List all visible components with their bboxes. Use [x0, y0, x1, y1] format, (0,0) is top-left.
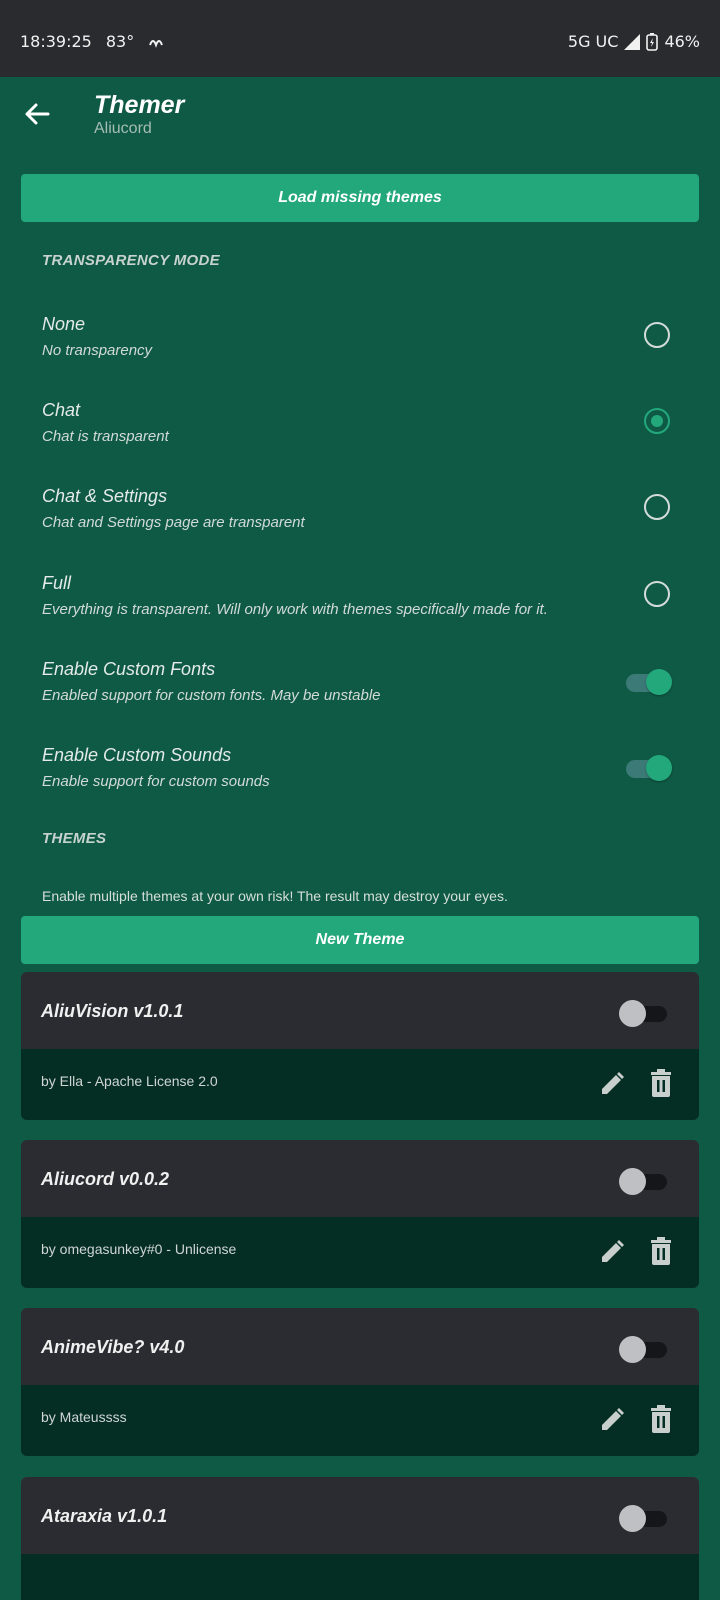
theme-card-body: by Ella - Apache License 2.0 — [21, 1049, 699, 1120]
theme-name: Aliucord v0.0.2 — [41, 1169, 170, 1189]
option-title: Full — [42, 573, 72, 593]
theme-name: AliuVision v1.0.1 — [41, 1001, 184, 1021]
theme-enable-toggle[interactable] — [619, 1000, 675, 1027]
new-theme-button[interactable]: New Theme — [21, 916, 699, 964]
page-title: Themer — [94, 91, 185, 119]
setting-description: Enable support for custom sounds — [42, 773, 270, 790]
app-toolbar: Themer Aliucord — [0, 77, 720, 167]
page-subtitle: Aliucord — [94, 120, 152, 137]
transparency-option-chat-settings[interactable]: Chat & Settings Chat and Settings page a… — [0, 478, 720, 562]
toggle-thumb — [619, 1168, 646, 1195]
theme-name: AnimeVibe? v4.0 — [41, 1337, 185, 1357]
theme-card: AliuVision v1.0.1 by Ella - Apache Licen… — [21, 972, 699, 1120]
option-description: Chat is transparent — [42, 428, 169, 445]
notification-icon — [149, 39, 164, 48]
radio-chat[interactable] — [644, 408, 670, 434]
switch-thumb — [646, 755, 672, 781]
status-battery: 46% — [664, 32, 700, 51]
transparency-option-chat[interactable]: Chat Chat is transparent — [0, 392, 720, 476]
edit-pencil-icon[interactable] — [599, 1407, 625, 1433]
theme-name: Ataraxia v1.0.1 — [41, 1506, 168, 1526]
theme-card-header: Aliucord v0.0.2 — [21, 1140, 699, 1217]
status-temperature: 83° — [105, 32, 135, 51]
status-time: 18:39:25 — [20, 32, 92, 51]
option-title: None — [42, 314, 86, 334]
switch-thumb — [646, 669, 672, 695]
custom-fonts-switch[interactable] — [626, 669, 674, 695]
radio-full[interactable] — [644, 581, 670, 607]
option-description: Everything is transparent. Will only wor… — [42, 601, 548, 618]
custom-sounds-setting[interactable]: Enable Custom Sounds Enable support for … — [0, 737, 720, 821]
battery-charging-icon — [646, 32, 659, 51]
edit-pencil-icon[interactable] — [599, 1071, 625, 1097]
option-title: Chat — [42, 400, 81, 420]
theme-enable-toggle[interactable] — [619, 1168, 675, 1195]
theme-card: AnimeVibe? v4.0 by Mateussss — [21, 1308, 699, 1456]
transparency-option-full[interactable]: Full Everything is transparent. Will onl… — [0, 565, 720, 649]
theme-card: Aliucord v0.0.2 by omegasunkey#0 - Unlic… — [21, 1140, 699, 1288]
theme-card-body: by Mateussss — [21, 1385, 699, 1456]
toggle-thumb — [619, 1336, 646, 1363]
toggle-thumb — [619, 1505, 646, 1532]
status-network: 5G UC — [567, 32, 619, 51]
setting-title: Enable Custom Fonts — [42, 659, 216, 679]
radio-none[interactable] — [644, 322, 670, 348]
toggle-thumb — [619, 1000, 646, 1027]
theme-author-license: by omegasunkey#0 - Unlicense — [41, 1241, 237, 1257]
delete-trash-icon[interactable] — [649, 1237, 673, 1265]
theme-card-header: Ataraxia v1.0.1 — [21, 1477, 699, 1554]
edit-pencil-icon[interactable] — [599, 1239, 625, 1265]
transparency-option-none[interactable]: None No transparency — [0, 306, 720, 390]
theme-author-license: by Mateussss — [41, 1409, 127, 1425]
theme-author-license: by Ella - Apache License 2.0 — [41, 1073, 218, 1089]
theme-card: Ataraxia v1.0.1 — [21, 1477, 699, 1600]
transparency-section-title: TRANSPARENCY MODE — [42, 252, 220, 269]
back-arrow-icon[interactable] — [20, 97, 54, 131]
themes-section-title: THEMES — [42, 830, 107, 847]
themes-hint: Enable multiple themes at your own risk!… — [42, 888, 508, 904]
load-missing-themes-button[interactable]: Load missing themes — [21, 174, 699, 222]
status-bar: 18:39:25 83° 5G UC 46% — [0, 0, 720, 77]
delete-trash-icon[interactable] — [649, 1405, 673, 1433]
signal-icon — [624, 33, 641, 50]
custom-fonts-setting[interactable]: Enable Custom Fonts Enabled support for … — [0, 651, 720, 735]
theme-enable-toggle[interactable] — [619, 1336, 675, 1363]
delete-trash-icon[interactable] — [649, 1069, 673, 1097]
theme-card-body — [21, 1554, 699, 1600]
option-description: No transparency — [42, 342, 153, 359]
option-description: Chat and Settings page are transparent — [42, 514, 305, 531]
theme-enable-toggle[interactable] — [619, 1505, 675, 1532]
custom-sounds-switch[interactable] — [626, 755, 674, 781]
radio-chat-settings[interactable] — [644, 494, 670, 520]
theme-card-body: by omegasunkey#0 - Unlicense — [21, 1217, 699, 1288]
theme-card-header: AnimeVibe? v4.0 — [21, 1308, 699, 1385]
theme-card-header: AliuVision v1.0.1 — [21, 972, 699, 1049]
setting-title: Enable Custom Sounds — [42, 745, 232, 765]
option-title: Chat & Settings — [42, 486, 168, 506]
setting-description: Enabled support for custom fonts. May be… — [42, 687, 381, 704]
